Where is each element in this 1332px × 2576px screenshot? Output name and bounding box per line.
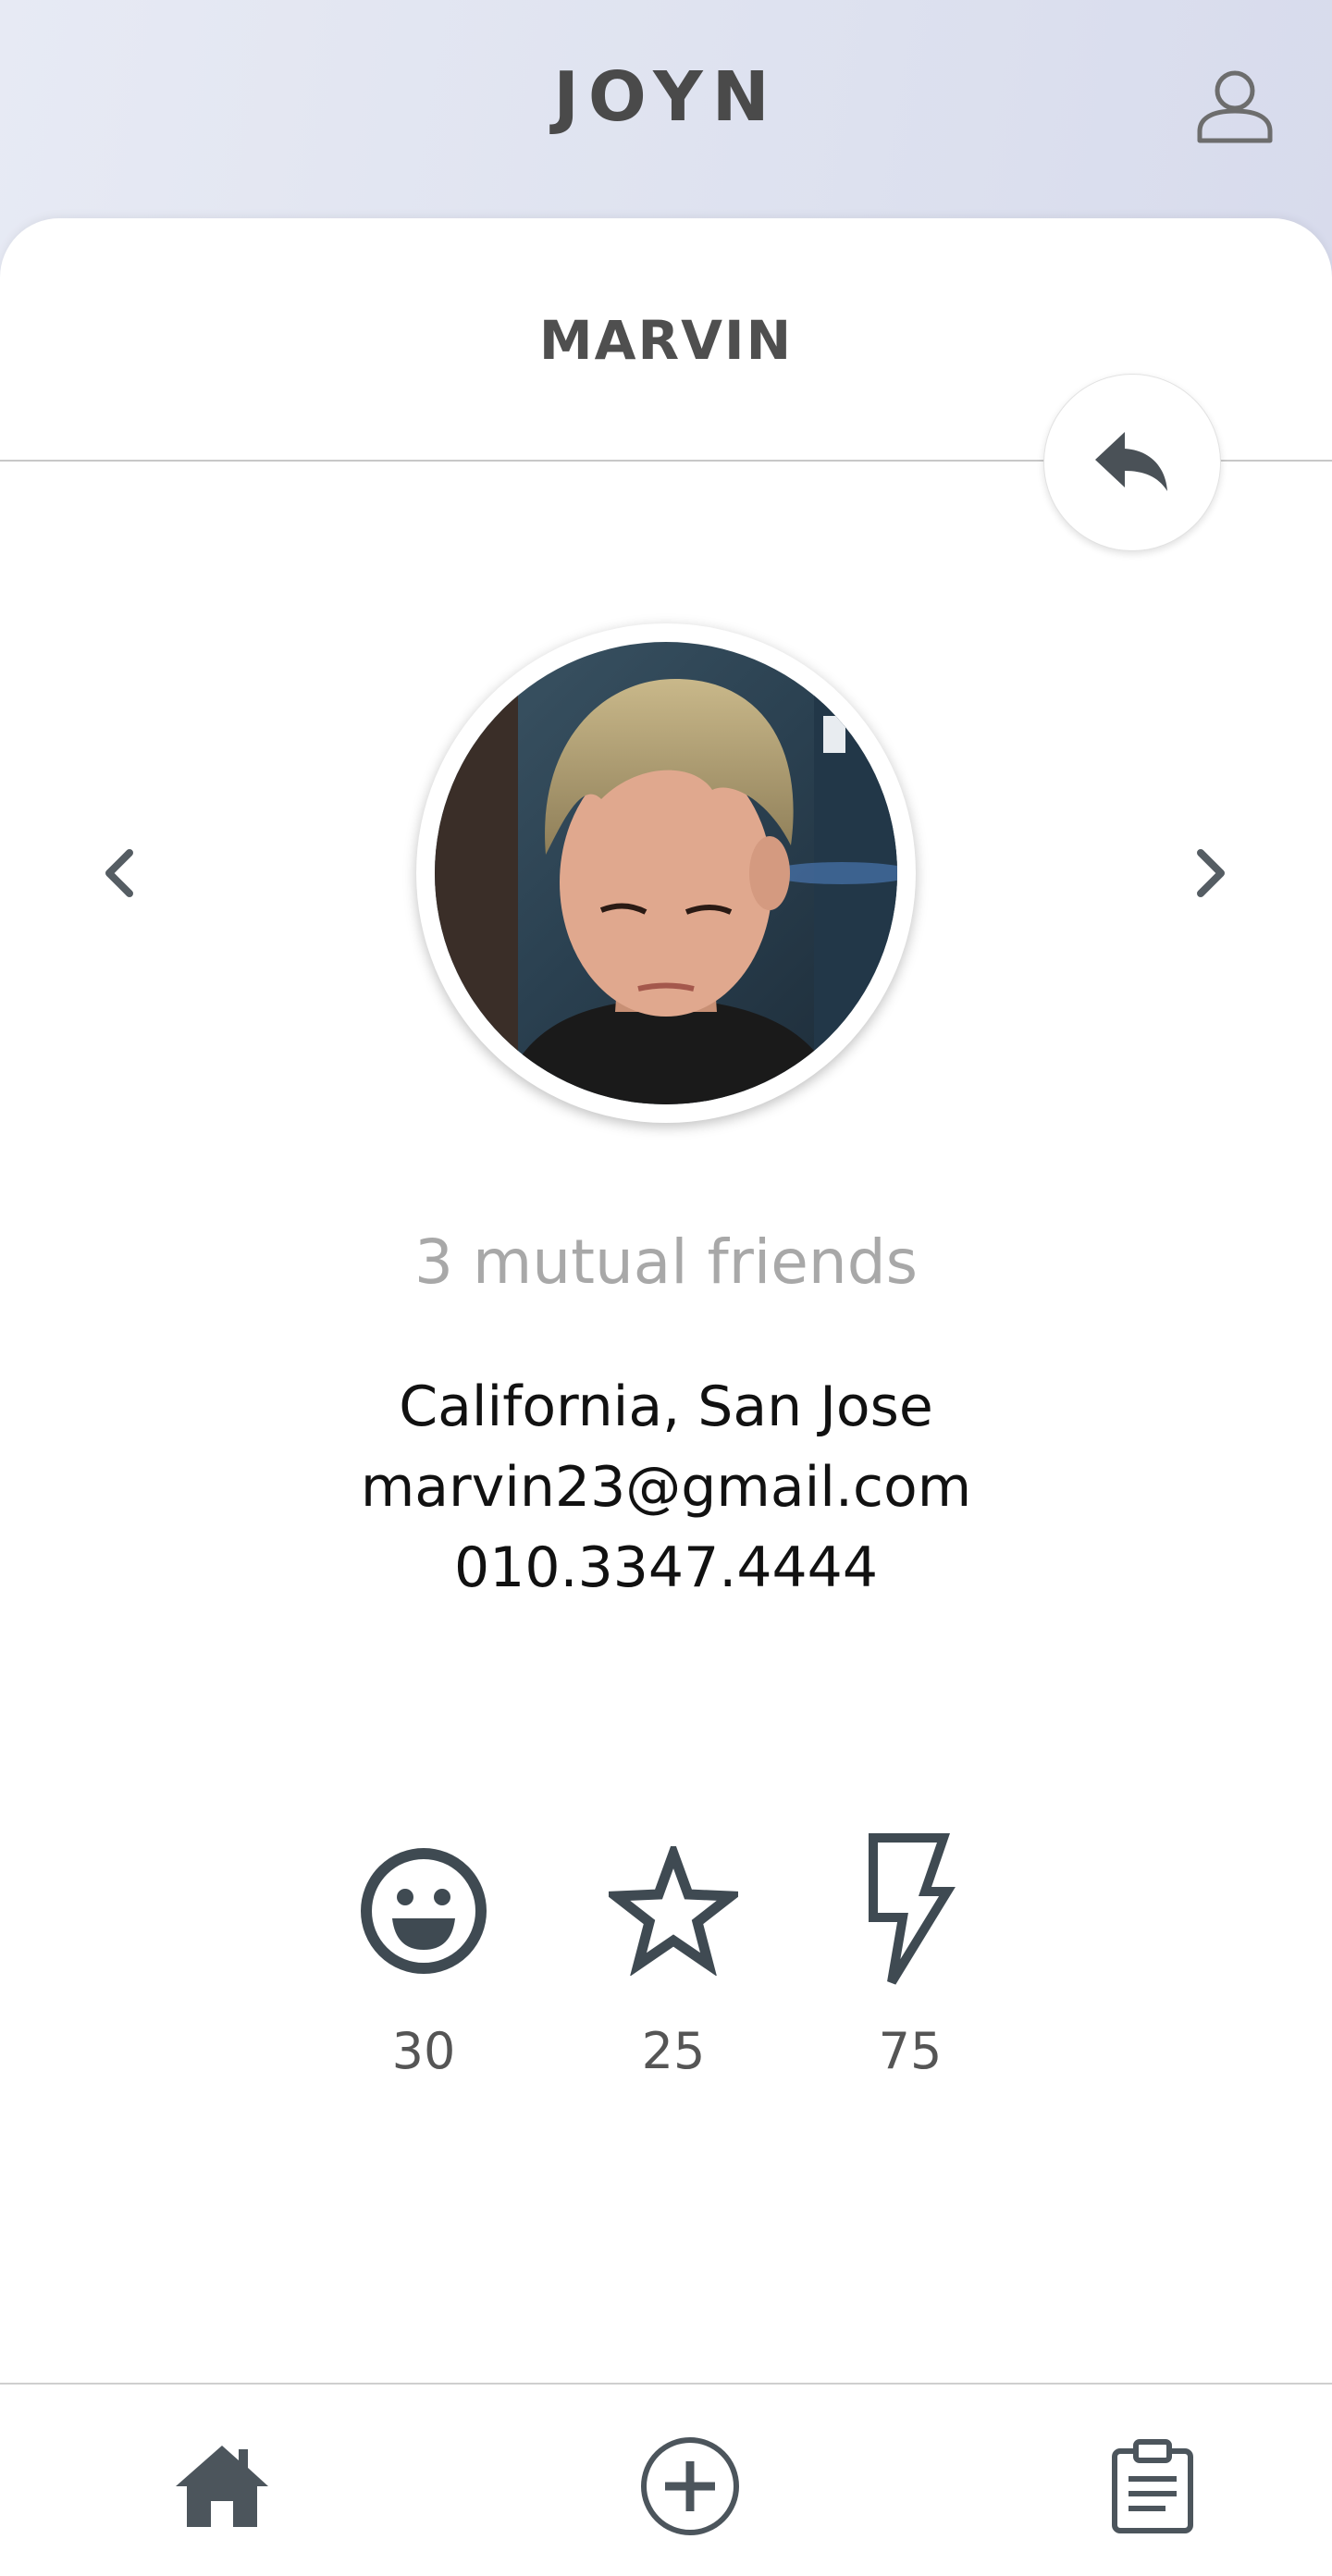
- stat-energy-value: 75: [878, 2022, 943, 2080]
- profile-phone: 010.3347.4444: [453, 1535, 879, 1600]
- bottom-nav: [0, 2383, 1332, 2576]
- avatar-photo: [435, 642, 897, 1104]
- profile-location: California, San Jose: [399, 1374, 933, 1439]
- stat-energy: 75: [808, 1818, 1012, 2080]
- lightning-bolt-icon: [869, 1833, 956, 1985]
- nav-home-button[interactable]: [166, 2431, 278, 2542]
- nav-clipboard-button[interactable]: [1097, 2431, 1208, 2542]
- back-button[interactable]: [1043, 374, 1221, 551]
- add-circle-icon: [641, 2437, 739, 2535]
- previous-profile-button[interactable]: [81, 836, 155, 910]
- stat-smiles: 30: [322, 1818, 525, 2080]
- chevron-left-icon: [105, 849, 133, 897]
- stat-stars-value: 25: [641, 2022, 706, 2080]
- home-icon: [176, 2446, 268, 2527]
- profile-name: MARVIN: [538, 309, 794, 372]
- profile-email: marvin23@gmail.com: [360, 1455, 972, 1520]
- reply-arrow-icon: [1095, 432, 1167, 491]
- user-outline-icon: [1197, 70, 1273, 143]
- avatar-frame: [416, 623, 916, 1123]
- app-title: JOYN: [553, 57, 779, 137]
- clipboard-icon: [1112, 2439, 1193, 2533]
- next-profile-button[interactable]: [1175, 836, 1249, 910]
- mutual-friends-count: 3 mutual friends: [414, 1226, 918, 1298]
- smiley-face-icon: [361, 1848, 487, 1974]
- avatar[interactable]: [435, 642, 897, 1104]
- stat-stars: 25: [572, 1818, 775, 2080]
- stat-smiles-value: 30: [391, 2022, 456, 2080]
- nav-add-button[interactable]: [635, 2431, 746, 2542]
- profile-button[interactable]: [1193, 63, 1276, 146]
- star-icon: [609, 1846, 738, 1976]
- profile-card: MARVIN 3 mutual friends California, San …: [0, 218, 1332, 2576]
- chevron-right-icon: [1197, 849, 1225, 897]
- app-header: JOYN: [0, 0, 1332, 218]
